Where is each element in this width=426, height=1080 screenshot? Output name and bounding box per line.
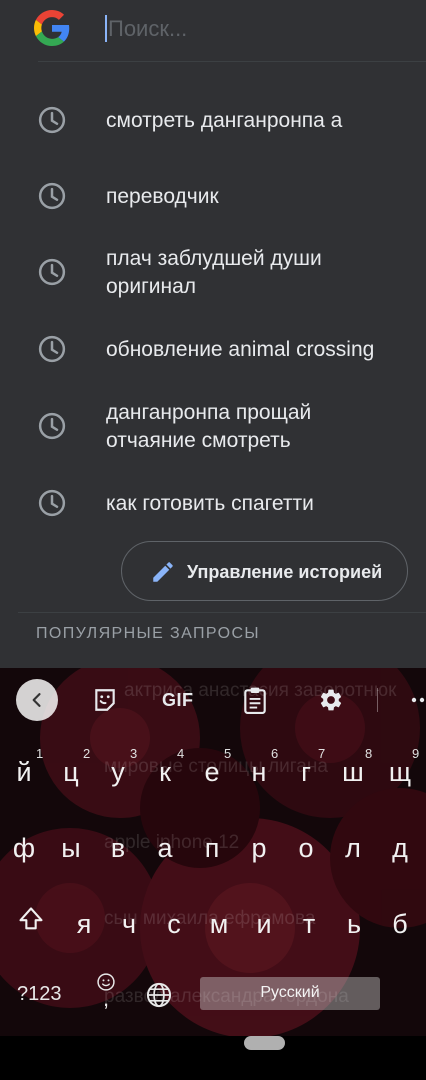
keyboard-back-button[interactable]: [16, 679, 58, 721]
key-hint: 6: [271, 746, 279, 761]
key-hint: 4: [177, 746, 185, 761]
clock-icon: [38, 182, 66, 210]
key[interactable]: а: [145, 833, 185, 864]
key[interactable]: ц: [51, 757, 91, 788]
pencil-icon: [153, 562, 173, 582]
clock-icon: [38, 106, 66, 134]
key-hint: 1: [36, 746, 44, 761]
key[interactable]: н: [239, 757, 279, 788]
key[interactable]: и: [244, 909, 284, 940]
key[interactable]: к: [145, 757, 185, 788]
key[interactable]: ф: [4, 833, 44, 864]
keyboard: актриса анастасия заворотнюк мировые сто…: [0, 668, 426, 1036]
shift-icon[interactable]: [17, 905, 45, 933]
space-bar[interactable]: Русский: [200, 977, 380, 1010]
divider: [38, 61, 426, 62]
navigation-bar: [0, 1036, 426, 1080]
globe-icon[interactable]: [145, 981, 173, 1009]
language-label: Русский: [260, 984, 320, 1001]
key[interactable]: я: [64, 909, 104, 940]
history-item[interactable]: переводчик: [0, 166, 426, 226]
key-hint: 3: [130, 746, 138, 761]
history-item[interactable]: данганронпа прощай отчаяние смотреть: [0, 396, 426, 456]
key[interactable]: л: [333, 833, 373, 864]
manage-history-label: Управление историей: [187, 562, 383, 582]
key-hint: 2: [83, 746, 91, 761]
history-item-label: обновление animal crossing: [106, 338, 375, 361]
key-hint: 7: [318, 746, 326, 761]
key[interactable]: й: [4, 757, 44, 788]
history-item[interactable]: обновление animal crossing: [0, 319, 426, 379]
manage-history-button[interactable]: Управление историей: [121, 541, 408, 601]
key[interactable]: ь: [334, 909, 374, 940]
key[interactable]: у: [98, 757, 138, 788]
clipboard-icon[interactable]: [242, 686, 268, 714]
clock-icon: [38, 335, 66, 363]
history-item-label: как готовить спагетти: [106, 492, 314, 515]
comma-key[interactable]: ,: [103, 986, 109, 1012]
history-item[interactable]: плач заблудшей души оригинал: [0, 242, 426, 302]
search-bar: [0, 0, 426, 60]
key[interactable]: о: [286, 833, 326, 864]
google-g-icon: [34, 10, 70, 46]
history-item[interactable]: смотреть данганронпа а: [0, 90, 426, 150]
key[interactable]: п: [192, 833, 232, 864]
toolbar-divider: [377, 688, 378, 712]
home-handle[interactable]: [244, 1036, 285, 1050]
search-input[interactable]: [108, 12, 408, 46]
history-item-label: смотреть данганронпа а: [106, 109, 343, 132]
history-item-label: плач заблудшей души оригинал: [106, 247, 322, 298]
key[interactable]: ы: [51, 833, 91, 864]
popular-section-title: ПОПУЛЯРНЫЕ ЗАПРОСЫ: [36, 625, 260, 642]
clock-icon: [38, 412, 66, 440]
history-item-label: переводчик: [106, 185, 219, 208]
history-item[interactable]: как готовить спагетти: [0, 473, 426, 533]
key[interactable]: р: [239, 833, 279, 864]
symbols-key[interactable]: ?123: [17, 983, 62, 1006]
text-cursor: [105, 15, 107, 42]
key[interactable]: б: [380, 909, 420, 940]
key[interactable]: г: [286, 757, 326, 788]
divider: [18, 612, 426, 613]
key[interactable]: м: [199, 909, 239, 940]
key[interactable]: с: [154, 909, 194, 940]
sticker-icon[interactable]: [92, 687, 118, 713]
history-item-label: данганронпа прощай отчаяние смотреть: [106, 401, 312, 452]
gear-icon[interactable]: [318, 687, 344, 713]
key[interactable]: д: [380, 833, 420, 864]
gif-button[interactable]: GIF: [162, 690, 194, 711]
clock-icon: [38, 258, 66, 286]
chevron-left-icon: [32, 693, 41, 707]
key[interactable]: в: [98, 833, 138, 864]
key[interactable]: ч: [109, 909, 149, 940]
key[interactable]: ш: [333, 757, 373, 788]
key[interactable]: т: [289, 909, 329, 940]
key-hint: 9: [412, 746, 420, 761]
key[interactable]: е: [192, 757, 232, 788]
key[interactable]: щ: [380, 757, 420, 788]
more-icon[interactable]: [411, 695, 426, 705]
clock-icon: [38, 489, 66, 517]
key-hint: 5: [224, 746, 232, 761]
key-hint: 8: [365, 746, 373, 761]
